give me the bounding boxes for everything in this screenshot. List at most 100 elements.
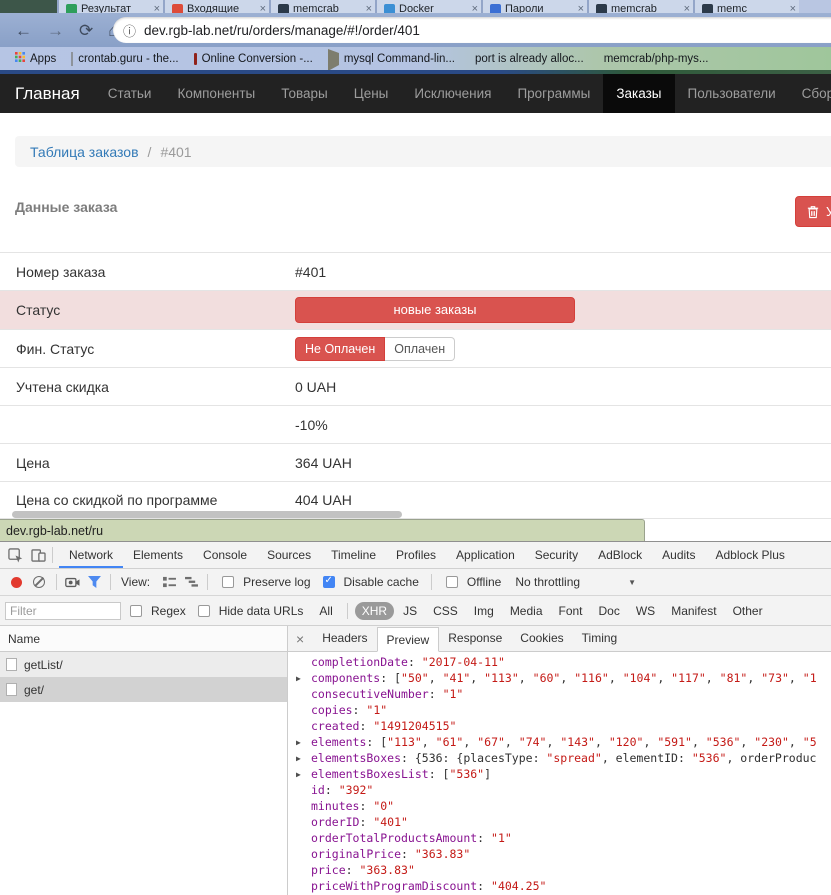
chevron-down-icon[interactable]: ▼: [628, 578, 636, 587]
filter-type-pill[interactable]: JS: [396, 602, 424, 620]
nav-item[interactable]: Исключения: [401, 74, 504, 113]
devtools-tab[interactable]: Console: [193, 542, 257, 568]
regex-checkbox[interactable]: [130, 605, 142, 617]
device-toolbar-icon[interactable]: [31, 549, 46, 562]
inspect-element-icon[interactable]: [8, 548, 23, 563]
offline-checkbox[interactable]: [446, 576, 458, 588]
filter-type-pill[interactable]: Img: [467, 602, 501, 620]
devtools-tab[interactable]: Sources: [257, 542, 321, 568]
paid-button[interactable]: Оплачен: [385, 337, 455, 361]
request-row[interactable]: getList/: [0, 652, 287, 677]
devtools-tab[interactable]: Profiles: [386, 542, 446, 568]
bookmark-item[interactable]: port is already alloc...: [470, 53, 584, 65]
browser-tab[interactable]: Пароли×: [481, 0, 587, 13]
filter-type-pill[interactable]: Manifest: [664, 602, 723, 620]
filter-type-pill[interactable]: All: [312, 602, 339, 620]
horizontal-scrollbar-thumb[interactable]: [12, 511, 402, 518]
bookmark-item[interactable]: Online Conversion -...: [194, 53, 313, 65]
throttling-dropdown[interactable]: No throttling: [515, 575, 580, 589]
disable-cache-checkbox[interactable]: [323, 576, 335, 588]
browser-tab[interactable]: Входящие×: [163, 0, 269, 13]
browser-tab[interactable]: Docker×: [375, 0, 481, 13]
devtools-tab[interactable]: Security: [525, 542, 588, 568]
detail-tab[interactable]: Timing: [573, 626, 627, 651]
delete-order-button[interactable]: У: [795, 196, 831, 227]
nav-item[interactable]: Пользователи: [675, 74, 789, 113]
bookmark-item[interactable]: crontab.guru - the...: [71, 53, 178, 65]
detail-tab[interactable]: Response: [439, 626, 511, 651]
navbar-brand[interactable]: Главная: [0, 74, 95, 113]
filter-type-pill[interactable]: XHR: [355, 602, 394, 620]
reload-icon[interactable]: ⟳: [79, 22, 93, 39]
filter-funnel-icon[interactable]: [88, 576, 101, 588]
filter-type-pill[interactable]: Doc: [592, 602, 627, 620]
tab-close-icon[interactable]: ×: [366, 3, 372, 13]
nav-item[interactable]: Программы: [504, 74, 603, 113]
address-bar[interactable]: ⓘ dev.rgb-lab.net/ru/orders/manage/#!/or…: [113, 17, 831, 43]
devtools-tab[interactable]: Timeline: [321, 542, 386, 568]
record-icon[interactable]: [11, 577, 22, 588]
screenshot-capture-icon[interactable]: [65, 577, 80, 588]
json-line: price: "363.83": [288, 862, 831, 878]
breadcrumb-link[interactable]: Таблица заказов: [30, 144, 139, 160]
expand-arrow-icon[interactable]: ▶: [296, 735, 301, 751]
devtools-tab[interactable]: Elements: [123, 542, 193, 568]
unpaid-button[interactable]: Не Оплачен: [295, 337, 385, 361]
browser-tab[interactable]: Результат×: [57, 0, 163, 13]
json-line: created: "1491204515": [288, 718, 831, 734]
bookmark-label: port is already alloc...: [475, 53, 584, 65]
browser-tab[interactable]: memcrab×: [587, 0, 693, 13]
tab-close-icon[interactable]: ×: [790, 3, 796, 13]
forward-icon[interactable]: →: [47, 22, 64, 39]
filter-type-pill[interactable]: Other: [726, 602, 770, 620]
order-status-button[interactable]: новые заказы: [295, 297, 575, 323]
bookmark-item[interactable]: memcrab/php-mys...: [599, 53, 709, 65]
json-punctuation: :: [477, 879, 491, 893]
json-string-value: "404.25": [491, 879, 546, 893]
tab-close-icon[interactable]: ×: [260, 3, 266, 13]
browser-tab[interactable]: memcrab×: [269, 0, 375, 13]
tab-close-icon[interactable]: ×: [684, 3, 690, 13]
site-info-icon[interactable]: ⓘ: [123, 21, 136, 40]
devtools-tab[interactable]: Adblock Plus: [706, 542, 795, 568]
close-icon[interactable]: ×: [296, 631, 304, 647]
breadcrumb: Таблица заказов / #401: [15, 136, 831, 167]
devtools-tab[interactable]: Network: [59, 542, 123, 568]
request-row[interactable]: get/: [0, 677, 287, 702]
bookmark-item[interactable]: Apps: [15, 52, 56, 65]
nav-item[interactable]: Сборка: [789, 74, 831, 113]
waterfall-icon[interactable]: [184, 576, 199, 588]
nav-item[interactable]: Статьи: [95, 74, 165, 113]
devtools-tab[interactable]: Application: [446, 542, 525, 568]
tab-close-icon[interactable]: ×: [472, 3, 478, 13]
filter-type-pill[interactable]: WS: [629, 602, 662, 620]
clear-icon[interactable]: [33, 576, 45, 588]
filter-type-pill[interactable]: Font: [552, 602, 590, 620]
json-key: price: [311, 863, 346, 877]
tab-close-icon[interactable]: ×: [578, 3, 584, 13]
filter-type-pill[interactable]: Media: [503, 602, 550, 620]
preserve-log-checkbox[interactable]: [222, 576, 234, 588]
filter-input[interactable]: [5, 602, 121, 620]
large-rows-icon[interactable]: [162, 576, 177, 588]
back-icon[interactable]: ←: [15, 22, 32, 39]
detail-tab[interactable]: Cookies: [511, 626, 572, 651]
browser-tab[interactable]: memc×: [693, 0, 799, 13]
devtools-tab[interactable]: Audits: [652, 542, 705, 568]
nav-item[interactable]: Компоненты: [164, 74, 268, 113]
browser-tab-strip: Результат×Входящие×memcrab×Docker×Пароли…: [0, 0, 831, 13]
expand-arrow-icon[interactable]: ▶: [296, 767, 301, 783]
detail-tab[interactable]: Headers: [313, 626, 376, 651]
nav-item[interactable]: Заказы: [603, 74, 674, 113]
expand-arrow-icon[interactable]: ▶: [296, 671, 301, 687]
tab-close-icon[interactable]: ×: [154, 3, 160, 13]
request-list-header[interactable]: Name: [0, 626, 287, 652]
hide-data-urls-checkbox[interactable]: [198, 605, 210, 617]
bookmark-item[interactable]: mysql Command-lin...: [328, 53, 455, 65]
expand-arrow-icon[interactable]: ▶: [296, 751, 301, 767]
devtools-tab[interactable]: AdBlock: [588, 542, 652, 568]
detail-tab[interactable]: Preview: [377, 627, 440, 652]
nav-item[interactable]: Цены: [341, 74, 402, 113]
filter-type-pill[interactable]: CSS: [426, 602, 465, 620]
nav-item[interactable]: Товары: [268, 74, 340, 113]
